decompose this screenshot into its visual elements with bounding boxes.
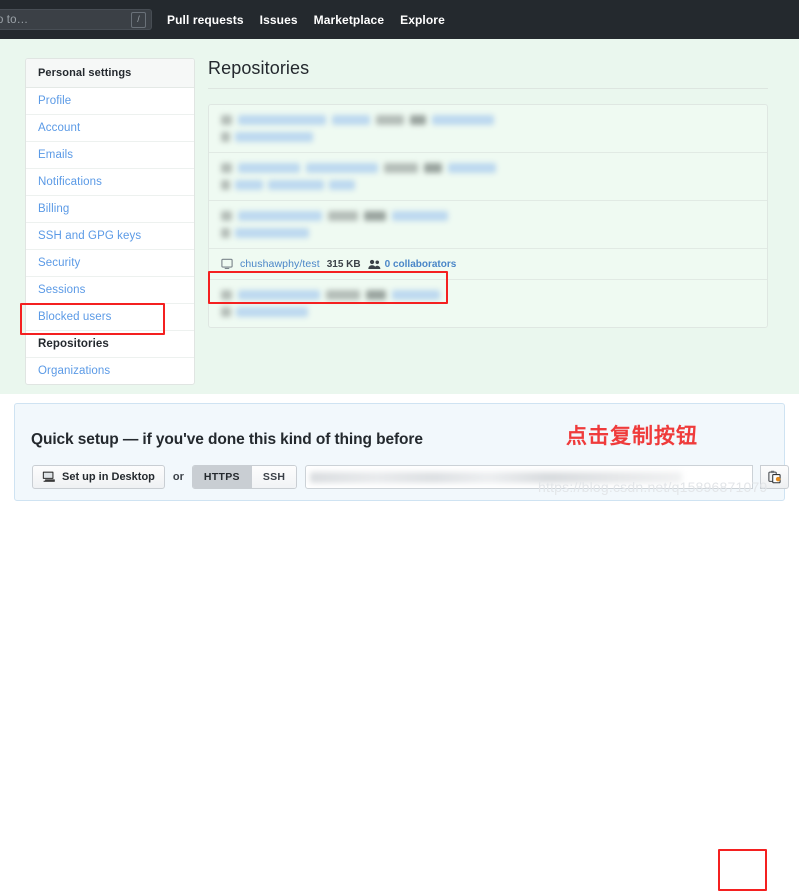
clone-controls-row: Set up in Desktop or HTTPS SSH [32,465,790,489]
quick-setup-title: Quick setup — if you've done this kind o… [31,431,423,448]
redacted-repo-name [221,163,755,173]
protocol-toggle-group: HTTPS SSH [191,465,298,489]
copy-clipboard-icon [768,470,781,484]
page-title: Repositories [208,58,768,89]
protocol-https-button[interactable]: HTTPS [192,466,251,488]
redacted-repo-name [221,211,755,221]
repository-list: chushawphy/test 315 KB 0 collaborators [208,104,768,328]
redacted-clone-url [310,472,683,483]
sidebar-item-organizations[interactable]: Organizations [26,358,194,384]
quick-setup-section: Quick setup — if you've done this kind o… [0,394,799,891]
table-row-chushawphy-test[interactable]: chushawphy/test 315 KB 0 collaborators [209,249,767,280]
redacted-repo-name [221,290,755,300]
redacted-repo-meta [221,228,755,238]
sidebar-item-emails[interactable]: Emails [26,142,194,169]
collaborators-count: 0 collaborators [384,258,457,270]
annotation-box-copy-button [718,849,767,891]
sidebar-item-account[interactable]: Account [26,115,194,142]
table-row[interactable] [209,201,767,249]
people-icon [367,259,380,269]
sidebar-item-notifications[interactable]: Notifications [26,169,194,196]
settings-main: Repositories chushawphy/test 315 KB 0 co… [208,58,768,328]
sidebar-item-security[interactable]: Security [26,250,194,277]
redacted-repo-meta [221,132,755,142]
set-up-in-desktop-label: Set up in Desktop [62,471,155,483]
global-nav: Pull requests Issues Marketplace Explore [167,0,445,39]
sidebar-item-ssh-gpg-keys[interactable]: SSH and GPG keys [26,223,194,250]
github-global-header: o to… / Pull requests Issues Marketplace… [0,0,799,39]
repo-icon [221,258,233,270]
sidebar-heading: Personal settings [26,59,194,88]
redacted-repo-meta [221,307,755,317]
quick-setup-panel: Quick setup — if you've done this kind o… [14,403,790,501]
sidebar-item-repositories[interactable]: Repositories [26,331,194,358]
search-placeholder: o to… [0,13,29,26]
sidebar-item-blocked-users[interactable]: Blocked users [26,304,194,331]
sidebar-item-sessions[interactable]: Sessions [26,277,194,304]
screenshot-root: o to… / Pull requests Issues Marketplace… [0,0,799,891]
nav-pull-requests[interactable]: Pull requests [167,13,244,27]
copy-url-button[interactable] [760,465,790,489]
nav-explore[interactable]: Explore [400,13,445,27]
redacted-repo-name [221,115,755,125]
redacted-repo-meta [221,180,755,190]
nav-marketplace[interactable]: Marketplace [314,13,384,27]
repo-size: 315 KB [326,258,361,270]
table-row[interactable] [209,153,767,201]
sidebar-item-profile[interactable]: Profile [26,88,194,115]
protocol-ssh-button[interactable]: SSH [250,466,297,488]
settings-sidebar: Personal settings Profile Account Emails… [25,58,195,385]
set-up-in-desktop-button[interactable]: Set up in Desktop [32,465,165,489]
table-row[interactable] [209,105,767,153]
clone-url-input[interactable] [305,465,754,489]
nav-issues[interactable]: Issues [260,13,298,27]
table-row[interactable] [209,280,767,327]
annotation-note-text: 点击复制按钮 [566,424,698,448]
repo-name-link[interactable]: chushawphy/test [240,258,320,270]
settings-page: Personal settings Profile Account Emails… [0,39,799,394]
slash-shortcut-badge: / [131,11,146,28]
or-label: or [172,471,184,483]
collaborators-link[interactable]: 0 collaborators [367,258,457,270]
search-input[interactable]: o to… / [0,9,152,30]
sidebar-item-billing[interactable]: Billing [26,196,194,223]
desktop-icon [42,471,55,482]
